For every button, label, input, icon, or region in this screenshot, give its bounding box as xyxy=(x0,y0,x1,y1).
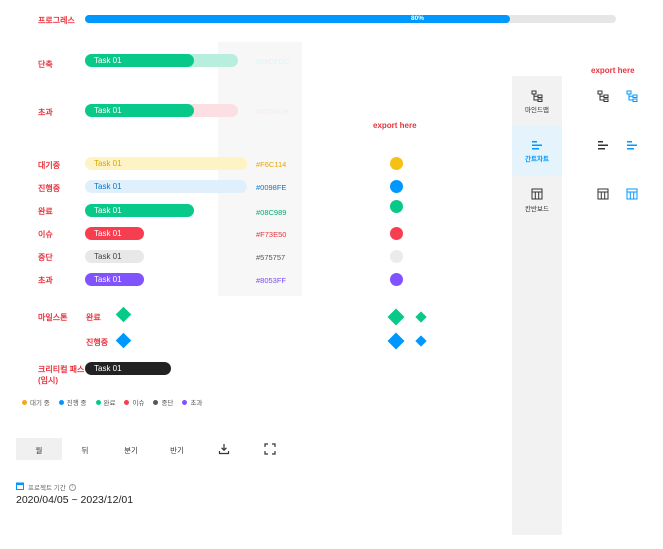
export-here-label: export here xyxy=(591,66,635,75)
project-period-label-wrap: 프로젝트 기간 i xyxy=(28,482,76,492)
project-period-label: 프로젝트 기간 xyxy=(28,485,66,492)
task-label: Task 01 xyxy=(94,182,122,191)
legend-item: 초과 xyxy=(182,397,202,407)
legend-item: 진행 중 xyxy=(58,397,87,407)
status-dot-done xyxy=(390,200,403,213)
status-dot-waiting xyxy=(390,157,403,170)
status-dot-stopped xyxy=(390,250,403,263)
task-bar-done[interactable]: Task 01 xyxy=(85,204,194,217)
hex-code: #8053FF xyxy=(256,276,287,285)
milestone-in-progress-diamond[interactable] xyxy=(115,332,132,349)
task-bar-over[interactable]: Task 01 xyxy=(85,273,144,286)
hex-code: #08C989 xyxy=(256,208,287,217)
row-label-waiting: 대기중 xyxy=(38,161,61,170)
kanban-icon xyxy=(626,188,638,200)
calendar-icon xyxy=(16,482,24,490)
task-bar-stopped[interactable]: Task 01 xyxy=(85,250,144,263)
row-label-in-progress: 진행중 xyxy=(38,184,61,193)
task-label: Task 01 xyxy=(94,56,122,65)
task-label: Task 01 xyxy=(94,252,122,261)
milestone-done-label: 완료 xyxy=(86,313,101,322)
task-bar-short[interactable]: Task 01 xyxy=(85,54,194,67)
task-label: Task 01 xyxy=(94,206,122,215)
hex-code: #F5D6D9 xyxy=(256,107,289,116)
tab-week[interactable]: 뒤 xyxy=(62,445,108,456)
critical-path-label: 크리티컬 패스 xyxy=(38,365,85,374)
row-label-over: 초과 xyxy=(38,276,53,285)
task-bar-issue[interactable]: Task 01 xyxy=(85,227,144,240)
task-label: Task 01 xyxy=(94,364,122,373)
status-dot-over xyxy=(390,273,403,286)
row-label-over-time: 초과 xyxy=(38,108,53,117)
kanban-icon xyxy=(597,188,609,200)
kanban-icon xyxy=(531,188,543,200)
milestone-in-progress-diamond-large xyxy=(387,332,405,350)
tab-month[interactable]: 월 xyxy=(16,445,62,456)
status-dot-in-progress xyxy=(390,180,403,193)
side-panel-active-bg xyxy=(512,126,562,176)
mindmap-icon xyxy=(531,90,543,102)
side-gantt[interactable]: 간트차트 xyxy=(512,153,562,163)
row-label-issue: 이슈 xyxy=(38,230,53,239)
mindmap-icon xyxy=(626,90,638,102)
task-bar-critical-path[interactable]: Task 01 xyxy=(85,362,171,375)
progress-value: 80% xyxy=(411,15,425,22)
export-here-label: export here xyxy=(373,121,417,130)
project-period-value: 2020/04/05 ~ 2023/12/01 xyxy=(16,494,134,506)
fullscreen-icon[interactable] xyxy=(264,443,276,455)
row-label-stopped: 중단 xyxy=(38,253,53,262)
legend-item: 대기 중 xyxy=(22,397,50,407)
task-label: Task 01 xyxy=(94,106,122,115)
hex-code: #08CFDC xyxy=(256,57,290,66)
gantt-icon xyxy=(627,141,637,150)
legend-item: 중단 xyxy=(153,397,173,407)
milestone-done-diamond[interactable] xyxy=(115,306,132,323)
milestone-in-progress-label: 진행중 xyxy=(86,338,109,347)
critical-path-sublabel: (임시) xyxy=(38,376,59,385)
progress-fill xyxy=(85,15,510,23)
mindmap-icon xyxy=(597,90,609,102)
milestone-in-progress-diamond-small xyxy=(415,335,427,347)
side-kanban[interactable]: 칸반보드 xyxy=(512,203,562,213)
task-bar-over-time[interactable]: Task 01 xyxy=(85,104,194,117)
download-icon[interactable] xyxy=(218,443,230,455)
info-icon[interactable]: i xyxy=(68,483,76,491)
status-dot-issue xyxy=(390,227,403,240)
legend: 대기 중 진행 중 완료 이슈 중단 초과 xyxy=(22,397,202,407)
task-label: Task 01 xyxy=(94,275,122,284)
tab-quarter[interactable]: 분기 xyxy=(108,445,154,456)
task-label: Task 01 xyxy=(94,229,122,238)
milestone-done-diamond-large xyxy=(387,308,405,326)
gantt-icon xyxy=(532,141,542,150)
legend-item: 완료 xyxy=(95,397,115,407)
row-label-short: 단축 xyxy=(38,60,53,69)
hex-code: #575757 xyxy=(256,253,286,262)
milestone-label: 마일스톤 xyxy=(38,313,68,322)
gantt-icon xyxy=(598,141,608,150)
hex-code: #F6C114 xyxy=(256,160,287,169)
milestone-done-diamond-small xyxy=(415,311,427,323)
legend-item: 이슈 xyxy=(124,397,144,407)
progress-track: 80% xyxy=(85,15,616,23)
progress-label: 프로그레스 xyxy=(38,16,75,25)
tab-half[interactable]: 반기 xyxy=(154,445,200,456)
task-label: Task 01 xyxy=(94,159,122,168)
task-bar-in-progress[interactable]: Task 01 xyxy=(85,180,247,193)
hex-code: #F73E50 xyxy=(256,230,287,239)
task-bar-waiting[interactable]: Task 01 xyxy=(85,157,247,170)
side-mindmap[interactable]: 마인드맵 xyxy=(512,104,562,114)
hex-code: #0098FE xyxy=(256,183,287,192)
row-label-done: 완료 xyxy=(38,207,53,216)
